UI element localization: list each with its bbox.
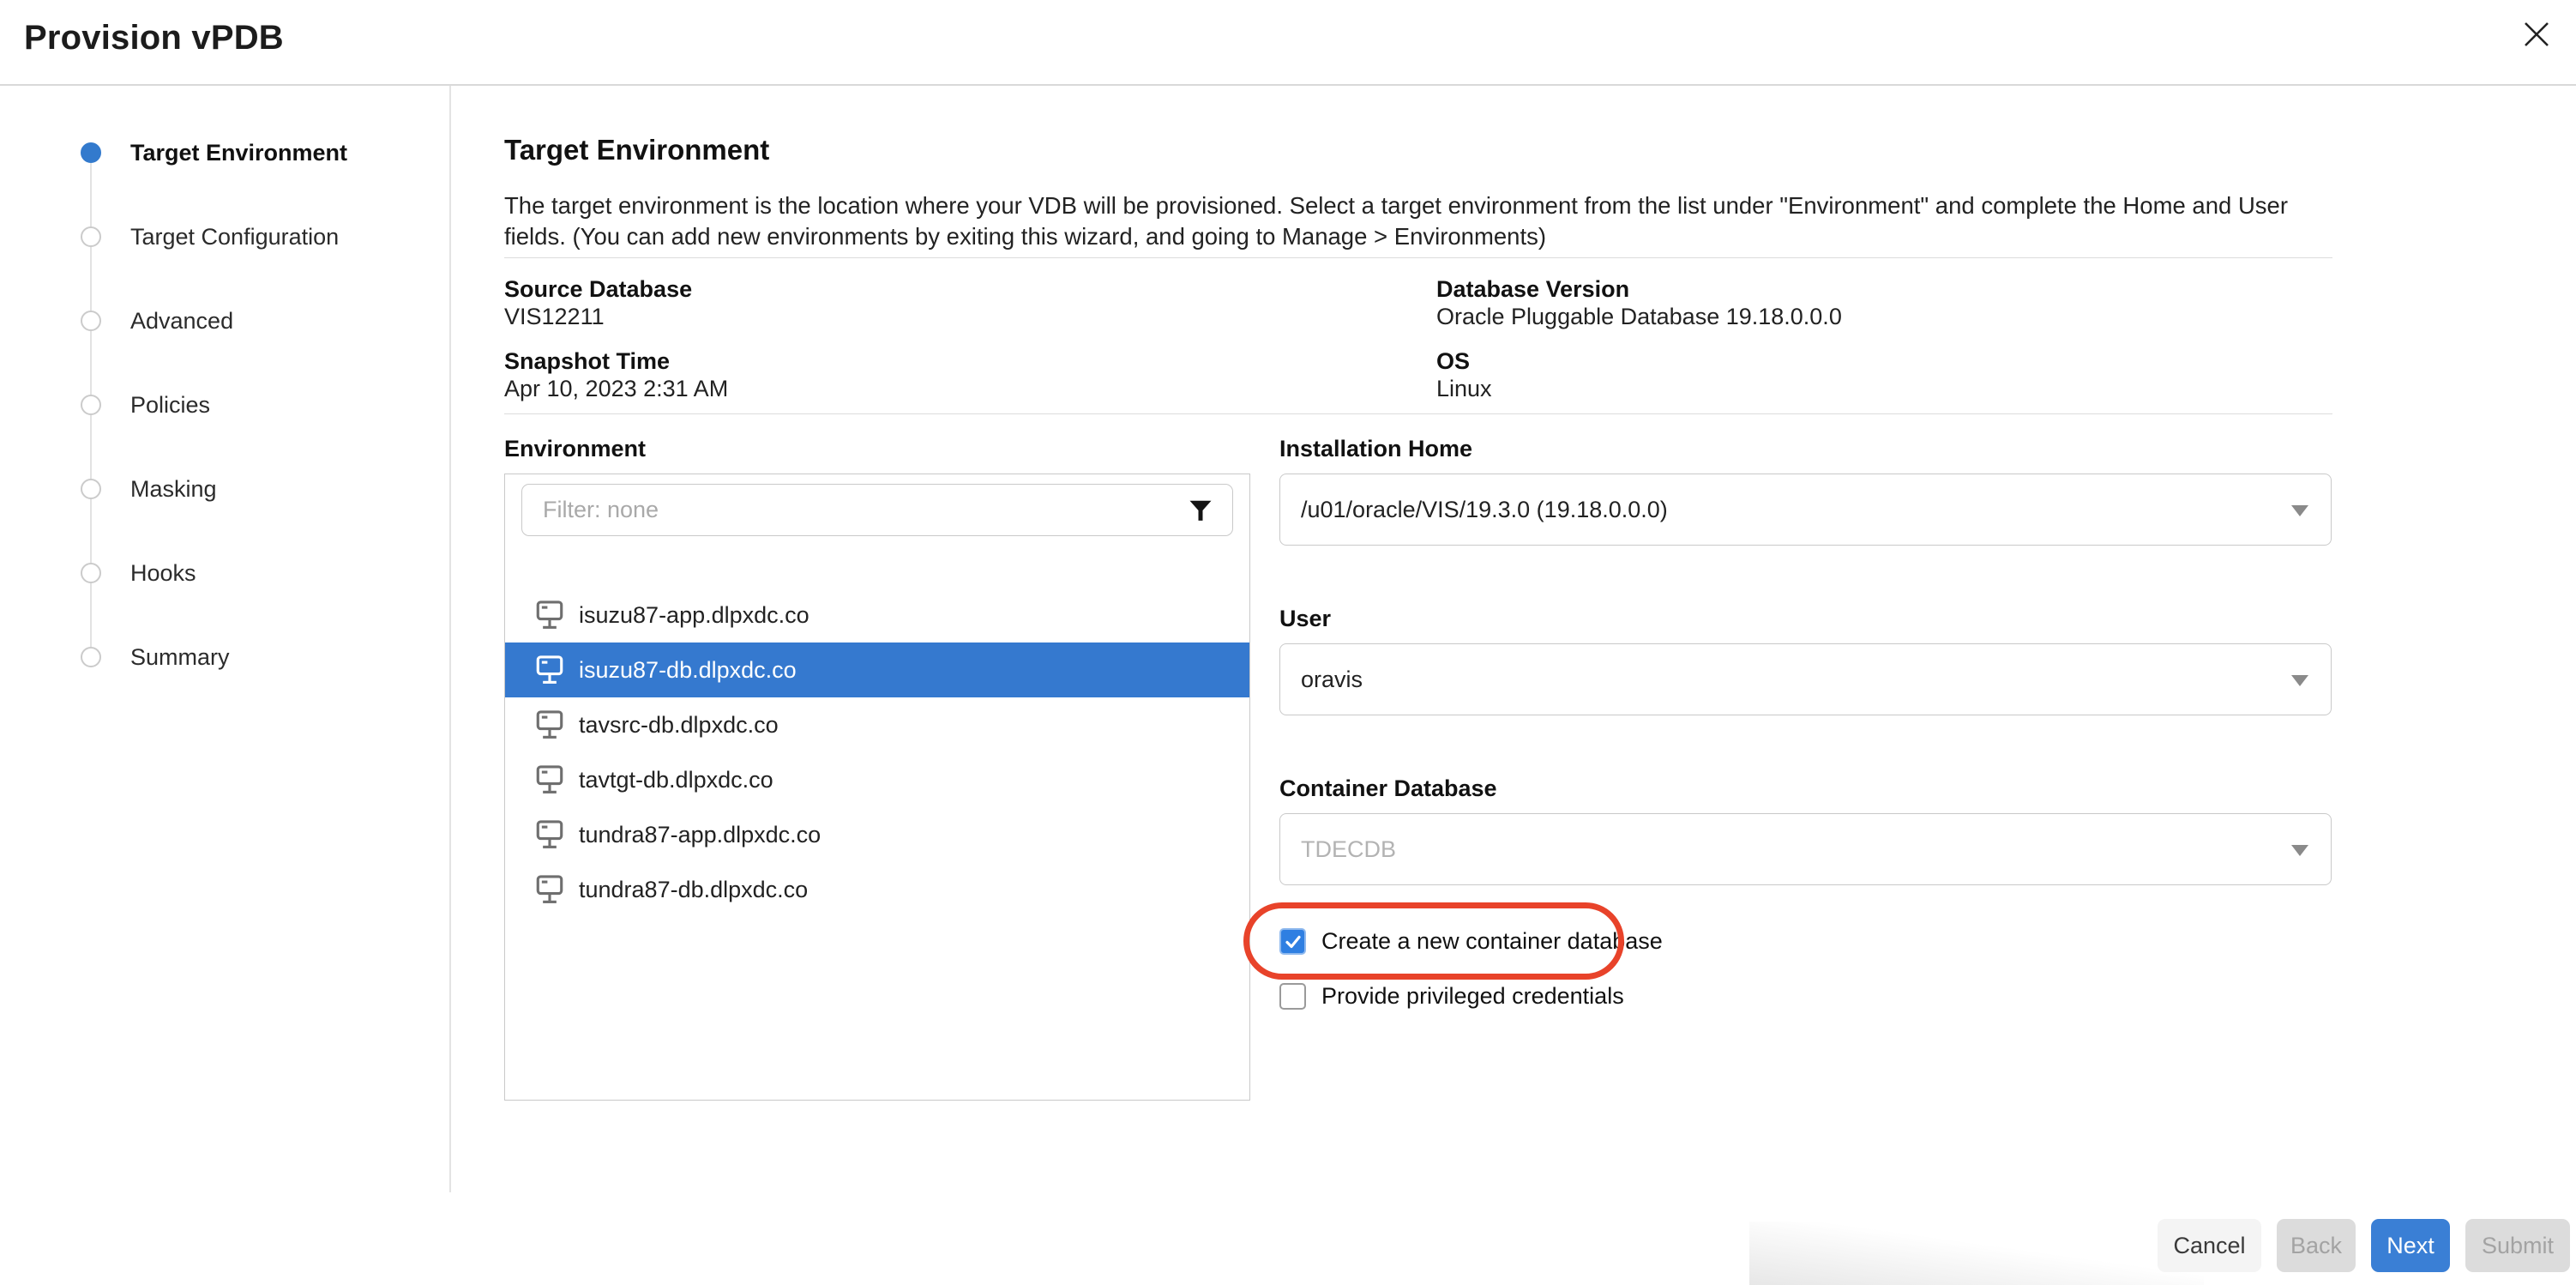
- wizard-stepper: Target Environment Target Configuration …: [81, 142, 347, 731]
- step-dot: [81, 563, 101, 583]
- environment-item-label: isuzu87-db.dlpxdc.co: [579, 657, 797, 684]
- step-label: Summary: [130, 644, 230, 671]
- installation-home-value: /u01/oracle/VIS/19.3.0 (19.18.0.0.0): [1301, 497, 1668, 523]
- environment-item[interactable]: tundra87-app.dlpxdc.co: [505, 807, 1249, 862]
- environment-item-label: tavsrc-db.dlpxdc.co: [579, 712, 779, 739]
- snapshot-time-label: Snapshot Time: [504, 348, 670, 375]
- privileged-credentials-row: Provide privileged credentials: [1279, 983, 1624, 1010]
- os-value: Linux: [1436, 376, 1492, 402]
- host-icon: [536, 710, 563, 739]
- source-database-label: Source Database: [504, 276, 692, 303]
- close-icon: [2521, 19, 2552, 50]
- step-dot: [81, 395, 101, 415]
- host-icon: [536, 765, 563, 794]
- divider: [504, 413, 2332, 414]
- submit-button[interactable]: Submit: [2465, 1219, 2570, 1272]
- step-target-configuration[interactable]: Target Configuration: [81, 226, 347, 311]
- environment-item[interactable]: isuzu87-app.dlpxdc.co: [505, 588, 1249, 642]
- installation-home-label: Installation Home: [1279, 436, 1472, 462]
- step-label: Advanced: [130, 308, 233, 335]
- dropdown-caret-icon: [2291, 845, 2308, 856]
- environment-filter-input[interactable]: [522, 485, 1232, 535]
- environment-item[interactable]: tavsrc-db.dlpxdc.co: [505, 697, 1249, 752]
- environment-item-label: tundra87-app.dlpxdc.co: [579, 822, 821, 848]
- host-icon: [536, 820, 563, 849]
- checkmark-icon: [1284, 932, 1303, 951]
- step-dot-active: [81, 142, 101, 163]
- environment-list: isuzu87-app.dlpxdc.co isuzu87-db.dlpxdc.…: [505, 588, 1249, 917]
- step-dot: [81, 311, 101, 331]
- step-label: Masking: [130, 476, 217, 503]
- corner-shadow: [1749, 1222, 2204, 1285]
- create-container-db-label: Create a new container database: [1321, 928, 1663, 955]
- cancel-button[interactable]: Cancel: [2158, 1219, 2261, 1272]
- dropdown-caret-icon: [2291, 675, 2308, 686]
- environment-item[interactable]: tundra87-db.dlpxdc.co: [505, 862, 1249, 917]
- source-database-value: VIS12211: [504, 304, 605, 330]
- privileged-credentials-label: Provide privileged credentials: [1321, 983, 1624, 1010]
- environment-section-label: Environment: [504, 436, 646, 462]
- step-label: Target Configuration: [130, 224, 339, 250]
- step-hooks[interactable]: Hooks: [81, 563, 347, 647]
- container-database-label: Container Database: [1279, 775, 1497, 802]
- container-database-dropdown: TDECDB: [1279, 813, 2332, 885]
- database-version-value: Oracle Pluggable Database 19.18.0.0.0: [1436, 304, 1842, 330]
- host-icon: [536, 600, 563, 630]
- step-policies[interactable]: Policies: [81, 395, 347, 479]
- close-button[interactable]: [2513, 10, 2561, 58]
- database-version-label: Database Version: [1436, 276, 1629, 303]
- divider: [504, 257, 2332, 258]
- snapshot-time-value: Apr 10, 2023 2:31 AM: [504, 376, 728, 402]
- step-target-environment[interactable]: Target Environment: [81, 142, 347, 226]
- environment-list-panel: isuzu87-app.dlpxdc.co isuzu87-db.dlpxdc.…: [504, 474, 1250, 1101]
- environment-item-label: tavtgt-db.dlpxdc.co: [579, 767, 773, 793]
- user-label: User: [1279, 606, 1331, 632]
- environment-item[interactable]: tavtgt-db.dlpxdc.co: [505, 752, 1249, 807]
- back-button[interactable]: Back: [2277, 1219, 2356, 1272]
- step-advanced[interactable]: Advanced: [81, 311, 347, 395]
- container-database-value: TDECDB: [1301, 836, 1396, 863]
- environment-item-label: tundra87-db.dlpxdc.co: [579, 877, 808, 903]
- environment-item-label: isuzu87-app.dlpxdc.co: [579, 602, 810, 629]
- host-icon: [536, 875, 563, 904]
- page-description: The target environment is the location w…: [504, 190, 2339, 252]
- user-dropdown[interactable]: oravis: [1279, 643, 2332, 715]
- create-container-db-row: Create a new container database: [1279, 928, 1663, 955]
- environment-filter: [521, 484, 1233, 536]
- user-value: oravis: [1301, 667, 1363, 693]
- step-label: Policies: [130, 392, 210, 419]
- step-summary[interactable]: Summary: [81, 647, 347, 731]
- privileged-credentials-checkbox[interactable]: [1279, 983, 1306, 1010]
- dropdown-caret-icon: [2291, 505, 2308, 516]
- filter-funnel-icon: [1188, 498, 1213, 523]
- installation-home-dropdown[interactable]: /u01/oracle/VIS/19.3.0 (19.18.0.0.0): [1279, 474, 2332, 546]
- step-label: Hooks: [130, 560, 196, 587]
- dialog-header: Provision vPDB: [0, 0, 2576, 86]
- next-button[interactable]: Next: [2371, 1219, 2450, 1272]
- step-masking[interactable]: Masking: [81, 479, 347, 563]
- page-title: Target Environment: [504, 134, 769, 166]
- step-dot: [81, 647, 101, 667]
- dialog-title: Provision vPDB: [24, 19, 284, 57]
- create-container-db-checkbox[interactable]: [1279, 928, 1306, 955]
- step-label: Target Environment: [130, 140, 347, 166]
- environment-item-selected[interactable]: isuzu87-db.dlpxdc.co: [505, 642, 1249, 697]
- os-label: OS: [1436, 348, 1470, 375]
- host-icon: [536, 655, 563, 685]
- wizard-sidebar: Target Environment Target Configuration …: [0, 86, 451, 1192]
- step-dot: [81, 479, 101, 499]
- step-dot: [81, 226, 101, 247]
